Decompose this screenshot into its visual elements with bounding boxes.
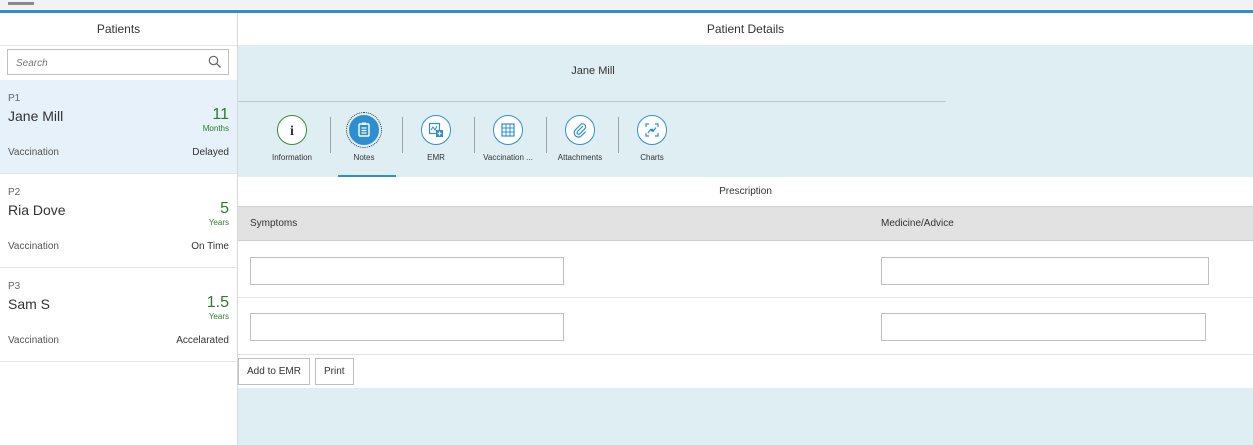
column-header-medicine: Medicine/Advice: [881, 218, 954, 229]
symptoms-input[interactable]: [250, 313, 564, 341]
search-input[interactable]: [14, 51, 198, 75]
medicine-input[interactable]: [881, 257, 1209, 285]
tab-label: Vaccination ...: [483, 153, 533, 162]
add-to-emr-button[interactable]: Add to EMR: [238, 358, 310, 385]
prescription-title: Prescription: [238, 177, 1253, 206]
vaccination-grid-icon: [493, 115, 523, 145]
icon-tab-bar: i Information Notes EMR Vaccination ... …: [238, 107, 948, 178]
vaccination-label: Vaccination: [8, 335, 59, 346]
tab-attachments[interactable]: Attachments: [544, 115, 616, 162]
patient-age-unit: Years: [208, 312, 229, 321]
tab-notes[interactable]: Notes: [328, 112, 400, 178]
vaccination-label: Vaccination: [8, 241, 59, 252]
patient-id: P2: [8, 187, 21, 198]
tab-label: Charts: [640, 153, 664, 162]
symptoms-input[interactable]: [250, 257, 564, 285]
tab-label: Notes: [353, 153, 375, 162]
vaccination-status: Accelarated: [176, 335, 229, 346]
patient-name-header: Jane Mill: [571, 65, 615, 77]
patient-age-unit: Years: [208, 218, 229, 227]
search-icon[interactable]: [208, 55, 222, 69]
patient-list-item[interactable]: P1 Jane Mill 11 Months Vaccination Delay…: [0, 80, 237, 174]
tab-information[interactable]: i Information: [256, 115, 328, 162]
tab-emr[interactable]: EMR: [400, 115, 472, 162]
tab-label: Attachments: [557, 153, 603, 162]
paperclip-icon: [565, 115, 595, 145]
tab-charts[interactable]: Charts: [616, 115, 688, 162]
vaccination-status: Delayed: [192, 147, 229, 158]
patients-pane-title: Patients: [0, 13, 237, 46]
print-button[interactable]: Print: [315, 358, 354, 385]
medicine-input[interactable]: [881, 313, 1206, 341]
table-row: [238, 241, 1253, 298]
patient-name: Jane Mill: [8, 108, 64, 124]
vaccination-label: Vaccination: [8, 147, 59, 158]
tab-vaccination[interactable]: Vaccination ...: [472, 115, 544, 162]
patient-age-unit: Months: [202, 124, 229, 133]
prescription-table-header: Symptoms Medicine/Advice: [238, 206, 1253, 241]
patient-age-number: 1.5: [206, 294, 229, 311]
patient-age-number: 11: [212, 106, 229, 123]
information-icon: i: [277, 115, 307, 145]
emr-icon: [421, 115, 451, 145]
patient-id: P3: [8, 281, 21, 292]
notes-icon: [346, 112, 382, 148]
patient-details-pane: Patient Details Jane Mill i Information …: [238, 13, 1253, 445]
patient-name: Ria Dove: [8, 202, 66, 218]
tab-label: Information: [271, 153, 313, 162]
table-row: [238, 298, 1253, 355]
search-field[interactable]: [7, 49, 229, 75]
patient-list: P1 Jane Mill 11 Months Vaccination Delay…: [0, 80, 237, 362]
detail-footer-area: [238, 388, 1253, 445]
patient-list-item[interactable]: P3 Sam S 1.5 Years Vaccination Accelarat…: [0, 268, 237, 362]
patient-name: Sam S: [8, 296, 51, 312]
vaccination-status: On Time: [191, 241, 229, 252]
tab-label: EMR: [427, 153, 445, 162]
patient-list-item[interactable]: P2 Ria Dove 5 Years Vaccination On Time: [0, 174, 237, 268]
patients-pane: Patients P1 Jane Mill 11 Months Vaccinat…: [0, 13, 238, 445]
patient-id: P1: [8, 93, 21, 104]
prescription-footer: Add to EMR Print: [238, 356, 1253, 388]
top-strip: [0, 0, 1253, 9]
column-header-symptoms: Symptoms: [250, 218, 298, 229]
patient-details-title: Patient Details: [238, 13, 1253, 45]
object-header: Jane Mill i Information Notes EMR Vaccin…: [238, 45, 1253, 178]
shell-handle: [8, 2, 34, 5]
patient-age-number: 5: [220, 200, 229, 217]
header-divider: [238, 101, 946, 102]
charts-icon: [637, 115, 667, 145]
svg-text:i: i: [290, 124, 294, 138]
